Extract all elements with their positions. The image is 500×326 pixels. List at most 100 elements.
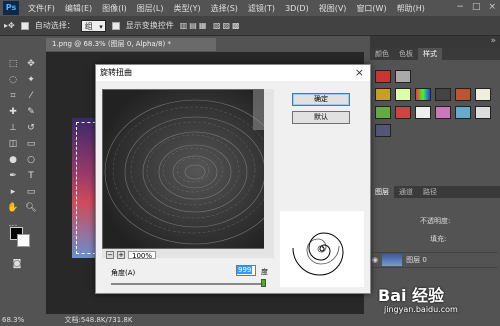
close-icon[interactable]: × bbox=[488, 2, 496, 12]
move-tool-icon[interactable]: ▸✥ bbox=[4, 21, 15, 30]
hand-tool-icon[interactable]: ✋ bbox=[6, 202, 20, 214]
style-swatch[interactable] bbox=[415, 106, 431, 119]
magic-wand-icon[interactable]: ✦ bbox=[24, 74, 38, 86]
watermark-url: jingyan.baidu.com bbox=[384, 305, 458, 314]
twirl-preview-image bbox=[103, 90, 273, 248]
minimize-icon[interactable]: − bbox=[456, 2, 464, 12]
menu-layer[interactable]: 图层(L) bbox=[132, 3, 169, 14]
lasso-tool-icon[interactable]: ◌ bbox=[6, 74, 20, 86]
menu-3d[interactable]: 3D(D) bbox=[280, 4, 314, 13]
dialog-title: 旋转扭曲 bbox=[96, 65, 370, 81]
filter-preview[interactable] bbox=[102, 89, 274, 249]
angle-value: 999 bbox=[237, 266, 253, 274]
blur-tool-icon[interactable]: ● bbox=[6, 154, 20, 166]
menu-bar: Ps 文件(F) 编辑(E) 图像(I) 图层(L) 类型(Y) 选择(S) 滤… bbox=[0, 0, 500, 16]
type-tool-icon[interactable]: T bbox=[24, 170, 38, 182]
auto-select-label: 自动选择： bbox=[34, 21, 75, 30]
window-controls: − □ × bbox=[456, 2, 496, 12]
dodge-tool-icon[interactable]: ○ bbox=[24, 154, 38, 166]
eyedropper-icon[interactable]: ⁄ bbox=[24, 90, 38, 102]
stamp-tool-icon[interactable]: ⊥ bbox=[6, 122, 20, 134]
crop-tool-icon[interactable]: ⌗ bbox=[6, 90, 20, 102]
layer-row[interactable]: ◉ 图层 0 bbox=[372, 252, 498, 268]
style-swatch[interactable] bbox=[475, 88, 491, 101]
options-bar: ▸✥ 自动选择： 组 显示变换控件 ▥▤▦ ▧▨▩ bbox=[0, 16, 500, 36]
style-swatch[interactable] bbox=[455, 106, 471, 119]
healing-brush-icon[interactable]: ✚ bbox=[6, 106, 20, 118]
style-swatch[interactable] bbox=[435, 106, 451, 119]
gradient-tool-icon[interactable]: ▭ bbox=[24, 138, 38, 150]
watermark-logo: Bai 经验 bbox=[378, 286, 445, 305]
styles-grid bbox=[373, 70, 493, 140]
eraser-tool-icon[interactable]: ◫ bbox=[6, 138, 20, 150]
marquee-tool-icon[interactable]: ⬚ bbox=[6, 58, 20, 70]
status-bar: 68.3% 文档:548.8K/731.8K bbox=[2, 314, 364, 326]
auto-select-checkbox[interactable] bbox=[20, 21, 29, 30]
style-swatch[interactable] bbox=[375, 70, 391, 83]
show-transform-label: 显示变换控件 bbox=[125, 21, 174, 30]
preview-vertical-scrollbar[interactable] bbox=[264, 89, 274, 249]
color-panel-tabs: 颜色 色板 样式 bbox=[370, 48, 500, 60]
menu-image[interactable]: 图像(I) bbox=[97, 3, 132, 14]
tab-channels[interactable]: 通道 bbox=[394, 186, 418, 198]
auto-select-dropdown[interactable]: 组 bbox=[80, 19, 106, 33]
zoom-in-button[interactable]: + bbox=[117, 250, 125, 259]
tab-layers[interactable]: 图层 bbox=[370, 186, 394, 198]
menu-filter[interactable]: 滤镜(T) bbox=[243, 3, 280, 14]
document-info: 文档:548.8K/731.8K bbox=[64, 316, 133, 324]
angle-unit: 度 bbox=[261, 268, 268, 276]
photoshop-logo: Ps bbox=[3, 1, 19, 15]
style-swatch[interactable] bbox=[375, 88, 391, 101]
shape-tool-icon[interactable]: ▭ bbox=[24, 186, 38, 198]
style-swatch[interactable] bbox=[475, 106, 491, 119]
angle-slider-thumb[interactable] bbox=[261, 279, 266, 287]
selection-marquee bbox=[76, 122, 96, 254]
history-brush-icon[interactable]: ↺ bbox=[24, 122, 38, 134]
style-swatch[interactable] bbox=[395, 70, 411, 83]
show-transform-checkbox[interactable] bbox=[111, 21, 120, 30]
style-swatch[interactable] bbox=[395, 88, 411, 101]
align-icons[interactable]: ▥▤▦ ▧▨▩ bbox=[180, 21, 242, 30]
zoom-level[interactable]: 68.3% bbox=[2, 316, 24, 324]
menu-view[interactable]: 视图(V) bbox=[314, 3, 352, 14]
style-swatch[interactable] bbox=[455, 88, 471, 101]
style-swatch[interactable] bbox=[395, 106, 411, 119]
eye-icon[interactable]: ◉ bbox=[372, 256, 378, 264]
zoom-tool-icon[interactable]: 🔍︎ bbox=[24, 202, 38, 214]
tab-color[interactable]: 颜色 bbox=[370, 48, 394, 60]
background-color-swatch[interactable] bbox=[17, 234, 30, 247]
pen-tool-icon[interactable]: ✒ bbox=[6, 170, 20, 182]
menu-edit[interactable]: 编辑(E) bbox=[60, 3, 97, 14]
default-button[interactable]: 默认 bbox=[292, 111, 350, 124]
document-tab[interactable]: 1.png @ 68.3% (图层 0, Alpha/8) * bbox=[46, 38, 216, 51]
style-swatch[interactable] bbox=[435, 88, 451, 101]
layer-name[interactable]: 图层 0 bbox=[406, 255, 427, 265]
twirl-icon bbox=[280, 211, 364, 287]
style-swatch[interactable] bbox=[375, 106, 391, 119]
path-select-icon[interactable]: ▸ bbox=[6, 186, 20, 198]
zoom-out-button[interactable]: − bbox=[106, 250, 114, 259]
tab-swatches[interactable]: 色板 bbox=[394, 48, 418, 60]
menu-file[interactable]: 文件(F) bbox=[23, 3, 60, 14]
move-tool-icon[interactable]: ✥ bbox=[24, 58, 38, 70]
menu-type[interactable]: 类型(Y) bbox=[168, 3, 205, 14]
fill-label: 填充: bbox=[430, 235, 447, 243]
menu-select[interactable]: 选择(S) bbox=[206, 3, 243, 14]
menu-window[interactable]: 窗口(W) bbox=[351, 3, 391, 14]
maximize-icon[interactable]: □ bbox=[472, 2, 481, 12]
quick-mask-icon[interactable]: ◙ bbox=[10, 258, 24, 270]
close-icon[interactable]: × bbox=[355, 66, 364, 79]
opacity-label: 不透明度: bbox=[420, 217, 451, 225]
tab-styles[interactable]: 样式 bbox=[418, 48, 442, 60]
style-swatch[interactable] bbox=[415, 88, 431, 101]
twirl-dialog: 旋转扭曲 × − + 100% 确定 默认 角度(A) 999 度 bbox=[95, 64, 371, 294]
angle-slider-track[interactable] bbox=[111, 283, 265, 285]
zoom-level-display: 100% bbox=[128, 250, 157, 260]
angle-input[interactable]: 999 bbox=[236, 265, 256, 276]
tab-paths[interactable]: 路径 bbox=[418, 186, 442, 198]
brush-tool-icon[interactable]: ✎ bbox=[24, 106, 38, 118]
menu-help[interactable]: 帮助(H) bbox=[392, 3, 430, 14]
ok-button[interactable]: 确定 bbox=[292, 93, 350, 106]
layer-thumbnail bbox=[382, 254, 403, 266]
style-swatch[interactable] bbox=[375, 124, 391, 137]
